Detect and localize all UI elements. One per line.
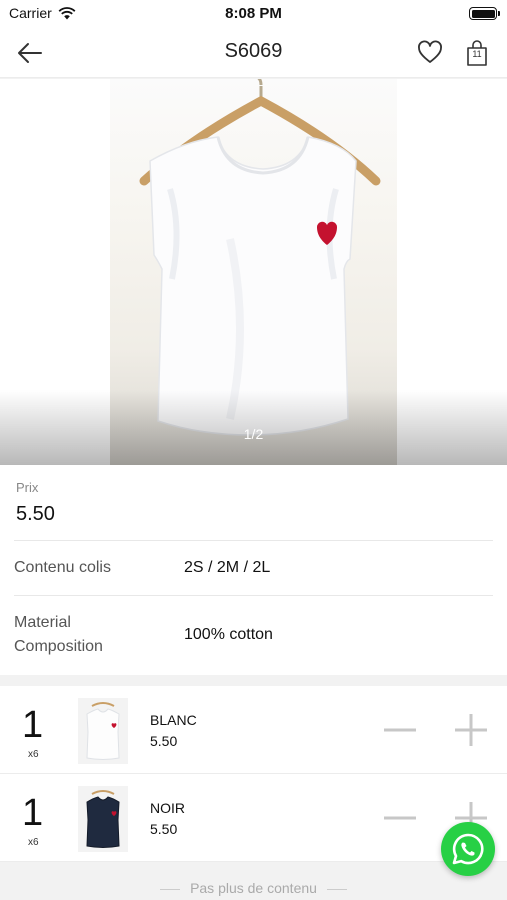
divider [14,595,493,596]
variant-row: 1 x6 BLANC 5.50 [0,686,507,774]
divider [14,540,493,541]
variant-color-name: BLANC [150,712,197,728]
product-info-card: Prix 5.50 Contenu colis 2S / 2M / 2L Mat… [0,465,507,675]
variant-list: 1 x6 BLANC 5.50 1 x6 NOIR 5.50 [0,686,507,862]
shopping-bag-button[interactable]: 11 [465,39,489,67]
material-label-line1: Material [14,614,71,631]
whatsapp-chat-button[interactable] [441,822,495,876]
heart-icon[interactable] [417,40,443,66]
status-bar: Carrier 8:08 PM [0,0,507,28]
white-tshirt-thumbnail [78,698,128,764]
quantity-multiplier: x6 [28,749,39,760]
package-content-value: 2S / 2M / 2L [184,559,271,576]
price-value: 5.50 [16,503,55,525]
variant-thumbnail[interactable] [78,786,128,852]
variant-color-name: NOIR [150,800,185,816]
cart-count-badge: 11 [472,49,482,59]
variant-price: 5.50 [150,821,178,837]
material-composition-label: Material Composition [14,611,103,659]
package-content-label: Contenu colis [14,559,111,576]
quantity-multiplier: x6 [28,837,39,848]
end-of-content-note: Pas plus de contenu [0,880,507,896]
navigation-bar: S6069 11 [0,28,507,78]
price-label: Prix [16,480,39,495]
variant-row: 1 x6 NOIR 5.50 [0,774,507,862]
increase-quantity-button[interactable] [453,712,489,748]
material-label-line2: Composition [14,638,103,655]
material-composition-value: 100% cotton [184,626,273,643]
divider-line [160,888,181,890]
product-image-carousel[interactable]: 1/2 [0,79,507,465]
battery-icon [469,7,500,20]
variant-thumbnail[interactable] [78,698,128,764]
decrease-quantity-button[interactable] [383,805,417,831]
black-tshirt-thumbnail [78,786,128,852]
quantity-value: 1 [22,704,44,746]
variant-price: 5.50 [150,733,178,749]
quantity-value: 1 [22,792,44,834]
end-of-content-text: Pas plus de contenu [190,880,317,896]
whatsapp-icon [452,833,484,865]
image-page-indicator: 1/2 [243,426,264,442]
status-time: 8:08 PM [225,5,282,22]
decrease-quantity-button[interactable] [383,717,417,743]
divider-line [326,888,347,890]
